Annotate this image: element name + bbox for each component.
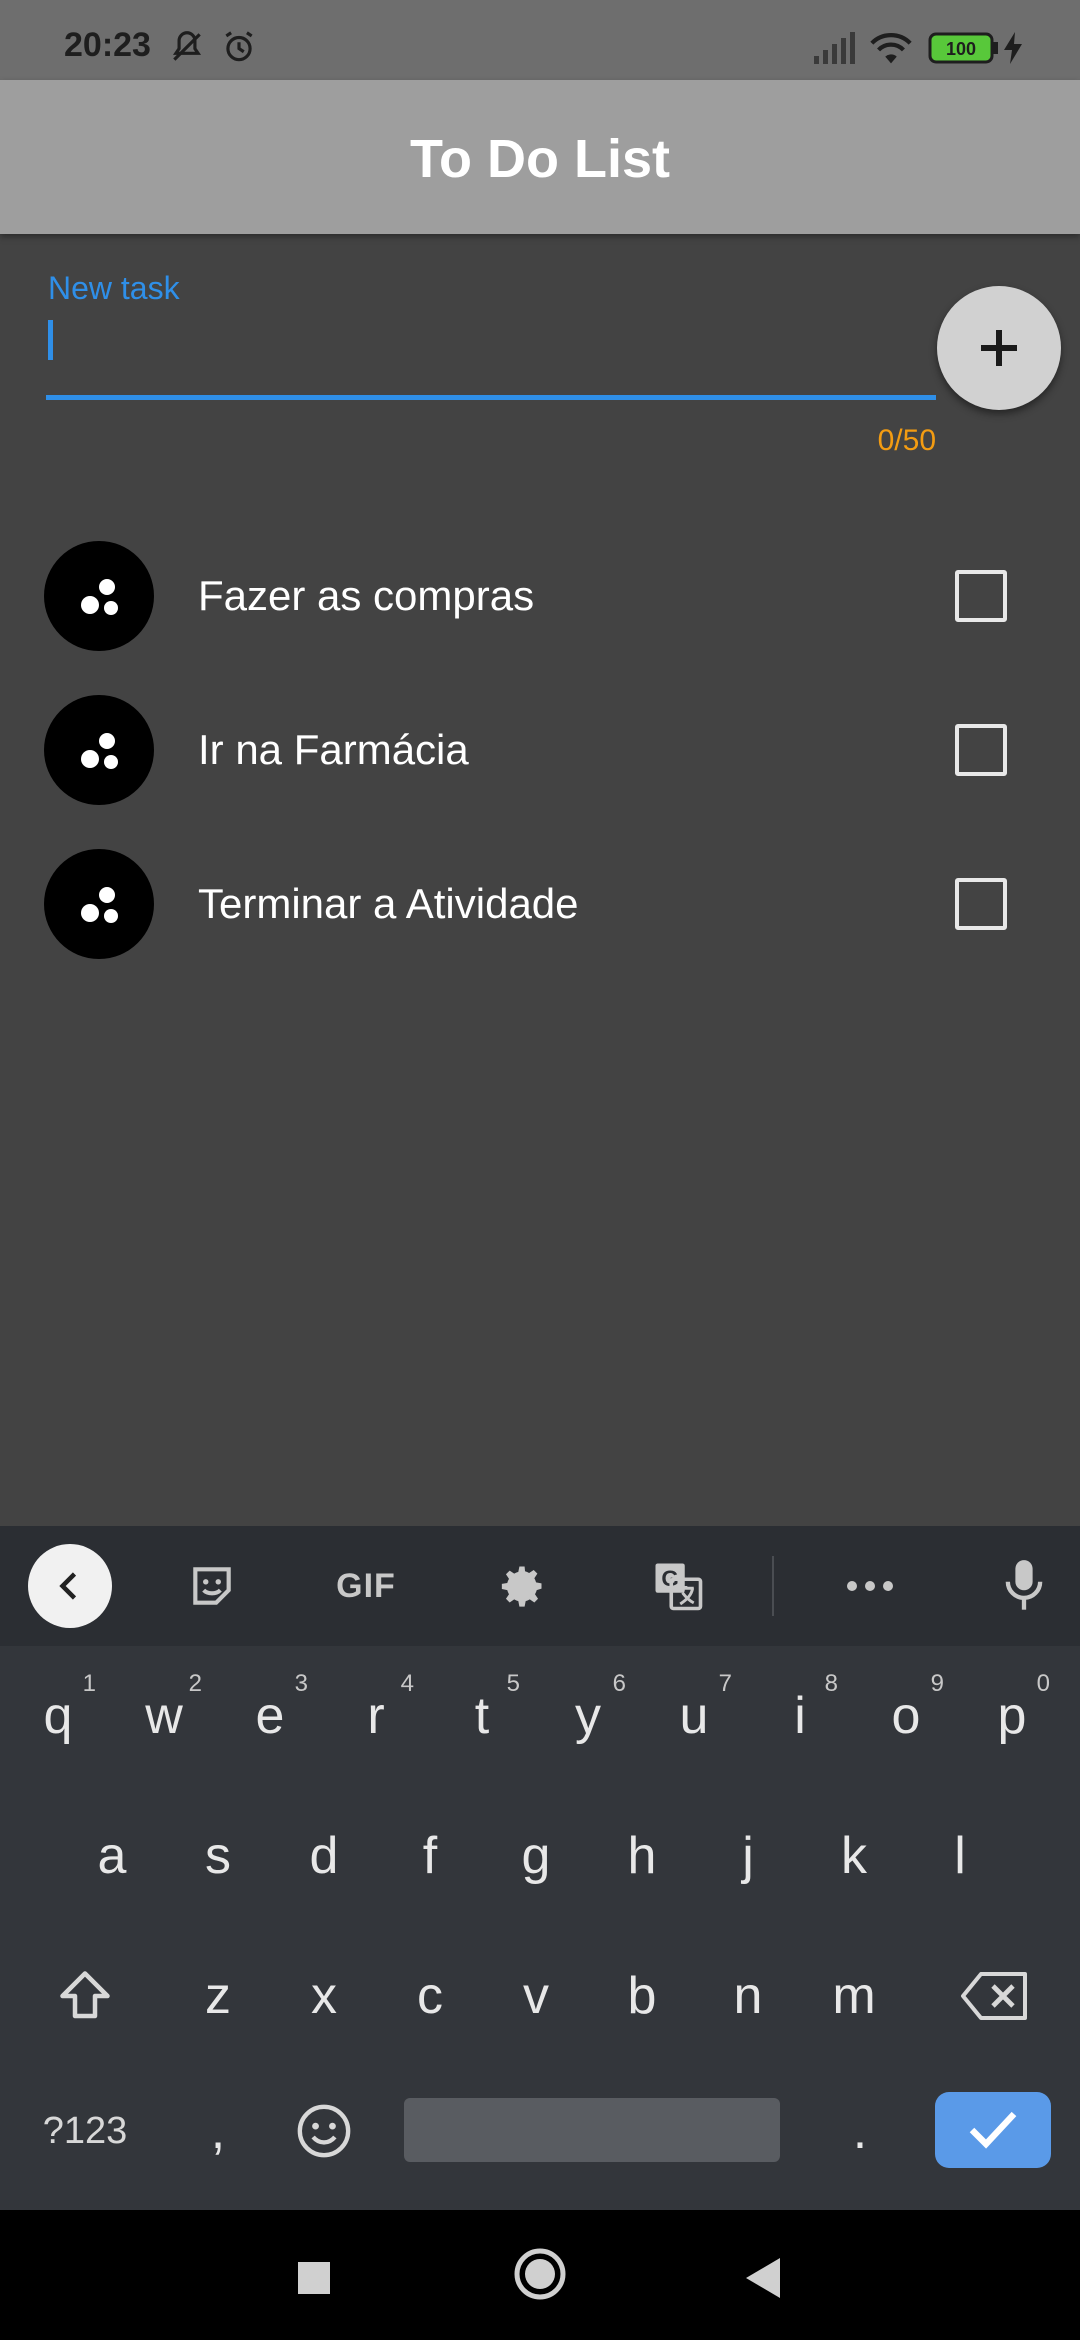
chevron-left-icon — [59, 1572, 77, 1600]
task-checkbox[interactable] — [955, 570, 1007, 622]
key-c[interactable]: c — [382, 1936, 478, 2056]
keyboard-toolbar: GIF G — [0, 1526, 1080, 1646]
task-label: Fazer as compras — [198, 572, 535, 619]
key-v[interactable]: v — [488, 1936, 584, 2056]
new-task-input[interactable] — [46, 312, 936, 400]
alarm-icon — [220, 28, 258, 71]
square-icon — [298, 2262, 330, 2294]
key-d[interactable]: d — [276, 1796, 372, 1916]
plus-icon — [981, 330, 1017, 366]
symbols-key[interactable]: ?123 — [20, 2076, 150, 2186]
navigation-bar — [0, 2210, 1080, 2340]
backspace-key[interactable] — [940, 1936, 1050, 2056]
shift-icon — [60, 1971, 110, 2019]
task-avatar — [44, 541, 154, 651]
key-j[interactable]: j — [700, 1796, 796, 1916]
shift-key[interactable] — [30, 1936, 140, 2056]
backspace-icon — [961, 1972, 1027, 2020]
key-r[interactable]: r4 — [328, 1656, 424, 1776]
task-checkbox[interactable] — [955, 724, 1007, 776]
sticker-button[interactable] — [174, 1550, 250, 1622]
text-cursor — [48, 320, 53, 360]
svg-text:100: 100 — [946, 39, 976, 59]
task-avatar — [44, 849, 154, 959]
mic-icon — [1005, 1560, 1043, 1610]
task-label: Ir na Farmácia — [198, 726, 469, 773]
signal-icon — [812, 32, 856, 71]
key-t[interactable]: t5 — [434, 1656, 530, 1776]
key-s[interactable]: s — [170, 1796, 266, 1916]
keyboard-back-button[interactable] — [28, 1544, 112, 1628]
enter-key[interactable] — [935, 2092, 1051, 2168]
translate-button[interactable]: G — [640, 1550, 716, 1622]
battery-icon: 100 — [928, 32, 1000, 69]
key-u[interactable]: u7 — [646, 1656, 742, 1776]
gif-button[interactable]: GIF — [318, 1550, 414, 1622]
task-item[interactable]: Ir na Farmácia — [0, 674, 1080, 828]
key-q[interactable]: q1 — [10, 1656, 106, 1776]
task-item[interactable]: Terminar a Atividade — [0, 828, 1080, 982]
settings-button[interactable] — [484, 1550, 560, 1622]
task-checkbox[interactable] — [955, 878, 1007, 930]
character-counter: 0/50 — [877, 424, 936, 457]
add-task-button[interactable] — [937, 286, 1061, 410]
translate-icon: G — [655, 1563, 703, 1611]
key-x[interactable]: x — [276, 1936, 372, 2056]
dots-icon — [81, 887, 118, 923]
home-circle-icon — [514, 2248, 566, 2300]
key-i[interactable]: i8 — [752, 1656, 848, 1776]
voice-input-button[interactable] — [986, 1550, 1062, 1622]
back-button[interactable] — [736, 2250, 792, 2306]
key-o[interactable]: o9 — [858, 1656, 954, 1776]
new-task-label: New task — [48, 270, 180, 306]
wifi-icon — [868, 30, 914, 71]
spacebar[interactable] — [404, 2098, 780, 2162]
gear-icon — [501, 1566, 542, 1607]
mute-icon — [168, 28, 206, 71]
back-triangle-icon — [746, 2258, 780, 2298]
emoji-icon — [297, 2104, 351, 2158]
task-item[interactable]: Fazer as compras — [0, 520, 1080, 674]
more-icon — [847, 1581, 893, 1591]
key-p[interactable]: p0 — [964, 1656, 1060, 1776]
app-bar: To Do List — [0, 80, 1080, 234]
key-m[interactable]: m — [806, 1936, 902, 2056]
more-button[interactable] — [830, 1550, 910, 1622]
status-time: 20:23 — [64, 26, 151, 64]
sticker-icon — [193, 1567, 231, 1605]
key-z[interactable]: z — [170, 1936, 266, 2056]
key-w[interactable]: w2 — [116, 1656, 212, 1776]
key-b[interactable]: b — [594, 1936, 690, 2056]
key-e[interactable]: e3 — [222, 1656, 318, 1776]
key-g[interactable]: g — [488, 1796, 584, 1916]
toolbar-divider — [772, 1556, 774, 1616]
key-f[interactable]: f — [382, 1796, 478, 1916]
key-y[interactable]: y6 — [540, 1656, 636, 1776]
page-title: To Do List — [410, 129, 670, 189]
recents-button[interactable] — [286, 2250, 342, 2306]
dots-icon — [81, 733, 118, 769]
key-n[interactable]: n — [700, 1936, 796, 2056]
task-avatar — [44, 695, 154, 805]
comma-key[interactable]: , — [170, 2076, 266, 2186]
period-key[interactable]: . — [812, 2076, 908, 2186]
task-label: Terminar a Atividade — [198, 880, 579, 927]
keyboard: GIF G q1 w2 e3 r4 t5 y6 u7 i8 o9 p0 a s … — [0, 1526, 1080, 2210]
key-a[interactable]: a — [64, 1796, 160, 1916]
task-list: Fazer as compras Ir na Farmácia Terminar… — [0, 520, 1080, 982]
dots-icon — [81, 579, 118, 615]
key-l[interactable]: l — [912, 1796, 1008, 1916]
emoji-key[interactable] — [276, 2076, 372, 2186]
home-button[interactable] — [512, 2246, 568, 2302]
status-bar: 20:23 100 — [0, 0, 1080, 80]
charging-icon — [1002, 32, 1024, 69]
check-icon — [969, 2111, 1017, 2149]
key-k[interactable]: k — [806, 1796, 902, 1916]
key-h[interactable]: h — [594, 1796, 690, 1916]
